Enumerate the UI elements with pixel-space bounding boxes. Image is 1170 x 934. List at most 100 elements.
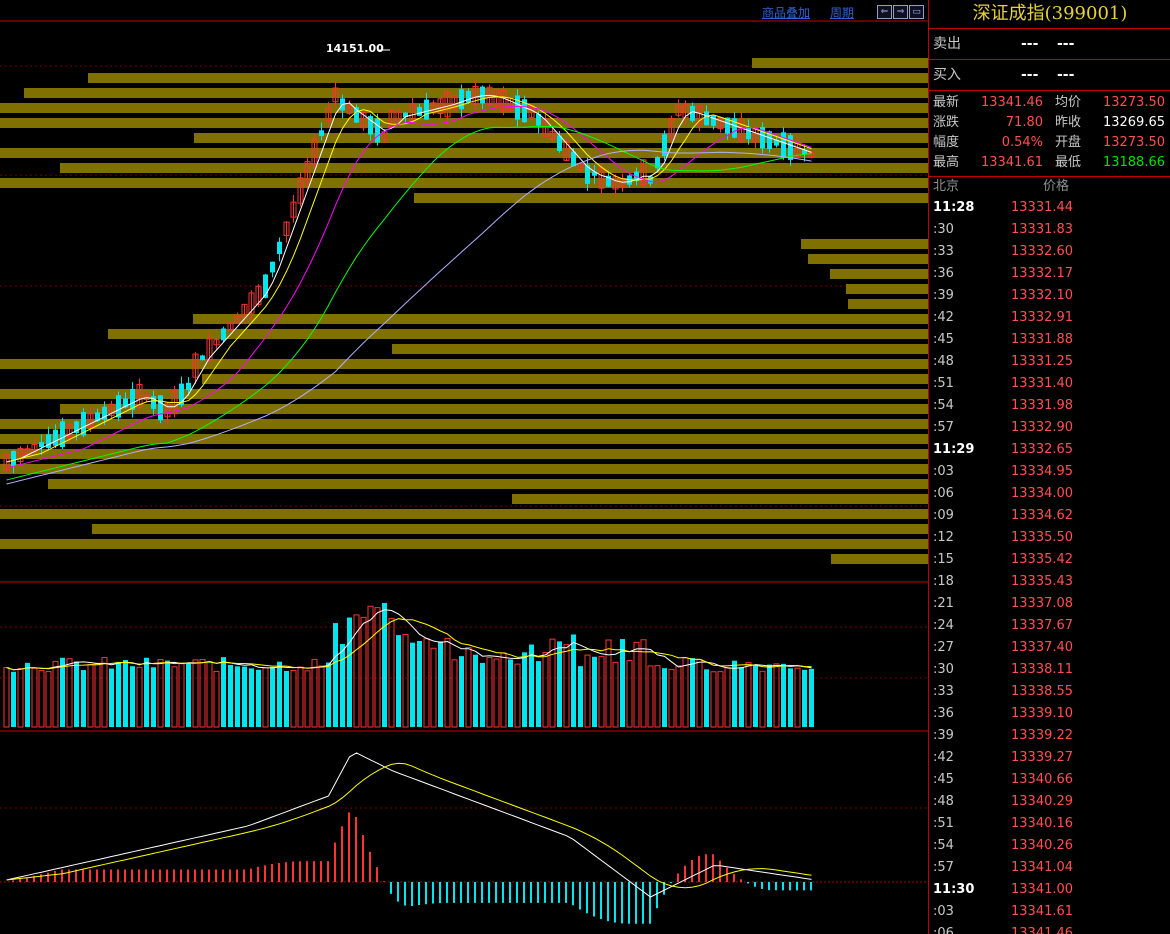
- tick-row[interactable]: :06 13334.00: [929, 483, 1170, 505]
- volume-bar-up: [794, 667, 801, 728]
- kline-chart-svg[interactable]: [0, 0, 928, 934]
- tick-row[interactable]: :42 13339.27: [929, 747, 1170, 769]
- volume-bar-down: [347, 617, 352, 727]
- tick-row[interactable]: :45 13331.88: [929, 329, 1170, 351]
- tick-row[interactable]: 11:30 13341.00: [929, 879, 1170, 901]
- tick-row[interactable]: :03 13341.61: [929, 901, 1170, 923]
- tick-row[interactable]: :06 13341.46: [929, 923, 1170, 934]
- tick-row[interactable]: :57 13332.90: [929, 417, 1170, 439]
- candle-body-down: [186, 382, 191, 391]
- tick-row[interactable]: 11:29 13332.65: [929, 439, 1170, 461]
- kline-chart-area[interactable]: 商品叠加 周期 ⇐ ⇒ ▭ 14151.00: [0, 0, 928, 934]
- volume-bar-down: [802, 669, 807, 727]
- volume-bar-up: [549, 638, 556, 728]
- high-value: 13341.61: [980, 155, 1043, 170]
- tick-row[interactable]: :33 13338.55: [929, 681, 1170, 703]
- shrink-left-icon[interactable]: ⇐: [877, 5, 892, 19]
- tick-row[interactable]: :39 13339.22: [929, 725, 1170, 747]
- volume-bar-up: [101, 656, 108, 728]
- volume-bar-up: [605, 639, 612, 728]
- open-label: 开盘: [1055, 135, 1082, 150]
- volume-bar-down: [228, 664, 233, 727]
- overlay-button[interactable]: 商品叠加: [762, 4, 810, 21]
- tick-time: :51: [933, 376, 954, 391]
- tick-row[interactable]: :54 13340.26: [929, 835, 1170, 857]
- volume-bar-down: [396, 635, 401, 727]
- restore-window-icon[interactable]: ▭: [909, 5, 924, 19]
- security-title[interactable]: 深证成指(399001): [929, 0, 1170, 29]
- tick-row[interactable]: :45 13340.66: [929, 769, 1170, 791]
- expand-right-icon[interactable]: ⇒: [893, 5, 908, 19]
- tick-row[interactable]: :33 13332.60: [929, 241, 1170, 263]
- quote-panel: 深证成指(399001) 卖出 --- --- 买入 --- --- 最新 13…: [928, 0, 1170, 934]
- volume-profile-bar: [202, 374, 928, 384]
- tick-time: :06: [933, 486, 954, 501]
- tick-price: 13339.10: [1011, 706, 1074, 721]
- volume-bar-up: [388, 617, 395, 728]
- tick-time: :06: [933, 926, 954, 934]
- tick-time: :21: [933, 596, 954, 611]
- candle-body-down: [39, 442, 44, 448]
- change-label: 涨跌: [933, 115, 960, 130]
- tick-row[interactable]: :36 13339.10: [929, 703, 1170, 725]
- tick-row[interactable]: :54 13331.98: [929, 395, 1170, 417]
- tick-row[interactable]: :51 13340.16: [929, 813, 1170, 835]
- volume-profile-bar: [0, 419, 928, 429]
- volume-bar-up: [717, 671, 724, 728]
- candle-body-down: [158, 395, 163, 421]
- tick-price: 13332.60: [1011, 244, 1074, 259]
- volume-bar-up: [710, 671, 717, 728]
- tick-row[interactable]: :03 13334.95: [929, 461, 1170, 483]
- low-value: 13188.66: [1102, 155, 1165, 170]
- tick-row[interactable]: :27 13337.40: [929, 637, 1170, 659]
- volume-bar-up: [45, 671, 52, 728]
- tick-price: 13340.29: [1011, 794, 1074, 809]
- candle-body-down: [53, 429, 58, 446]
- candle-body-down: [690, 105, 695, 121]
- volume-bar-down: [11, 671, 16, 727]
- volume-profile-bar: [60, 163, 928, 173]
- tick-row[interactable]: :36 13332.17: [929, 263, 1170, 285]
- tick-row[interactable]: 11:28 13331.44: [929, 197, 1170, 219]
- tick-row[interactable]: :48 13340.29: [929, 791, 1170, 813]
- tick-row[interactable]: :39 13332.10: [929, 285, 1170, 307]
- tick-row[interactable]: :42 13332.91: [929, 307, 1170, 329]
- volume-bar-up: [423, 638, 430, 728]
- volume-bar-up: [500, 652, 507, 728]
- avg-label: 均价: [1055, 95, 1082, 110]
- tick-row[interactable]: :15 13335.42: [929, 549, 1170, 571]
- tick-row[interactable]: :57 13341.04: [929, 857, 1170, 879]
- candle-body-down: [662, 134, 667, 157]
- tick-price: 13332.90: [1011, 420, 1074, 435]
- tick-price: 13331.83: [1011, 222, 1074, 237]
- sell-price: ---: [1021, 36, 1039, 52]
- tick-row[interactable]: :51 13331.40: [929, 373, 1170, 395]
- volume-bar-up: [304, 670, 311, 728]
- candle-body-down: [200, 355, 205, 361]
- tick-time: :33: [933, 244, 954, 259]
- sell-label: 卖出: [933, 36, 961, 52]
- volume-bar-up: [311, 658, 318, 728]
- tick-list[interactable]: 11:28 13331.44:30 13331.83 :33 13332.60 :36 13…: [929, 197, 1170, 934]
- stat-row-high: 最高 13341.61 最低 13188.66: [929, 153, 1170, 173]
- tick-row[interactable]: :30 13338.11: [929, 659, 1170, 681]
- period-button[interactable]: 周期: [830, 4, 854, 21]
- tick-row[interactable]: :12 13335.50: [929, 527, 1170, 549]
- tick-row[interactable]: :24 13337.67: [929, 615, 1170, 637]
- pct-value: 0.54%: [1001, 135, 1043, 150]
- volume-bar-up: [87, 663, 94, 728]
- candle-body-down: [781, 132, 786, 158]
- candle-body-down: [704, 111, 709, 126]
- volume-bar-up: [584, 654, 591, 728]
- tick-row[interactable]: :21 13337.08: [929, 593, 1170, 615]
- tick-row[interactable]: :30 13331.83: [929, 219, 1170, 241]
- tick-row[interactable]: :18 13335.43: [929, 571, 1170, 593]
- tick-time: :09: [933, 508, 954, 523]
- volume-bar-up: [773, 663, 780, 728]
- tick-row[interactable]: :09 13334.62: [929, 505, 1170, 527]
- volume-bar-up: [199, 658, 206, 728]
- volume-bar-down: [130, 666, 135, 727]
- volume-bar-down: [270, 666, 275, 727]
- volume-bar-up: [297, 666, 304, 728]
- tick-row[interactable]: :48 13331.25: [929, 351, 1170, 373]
